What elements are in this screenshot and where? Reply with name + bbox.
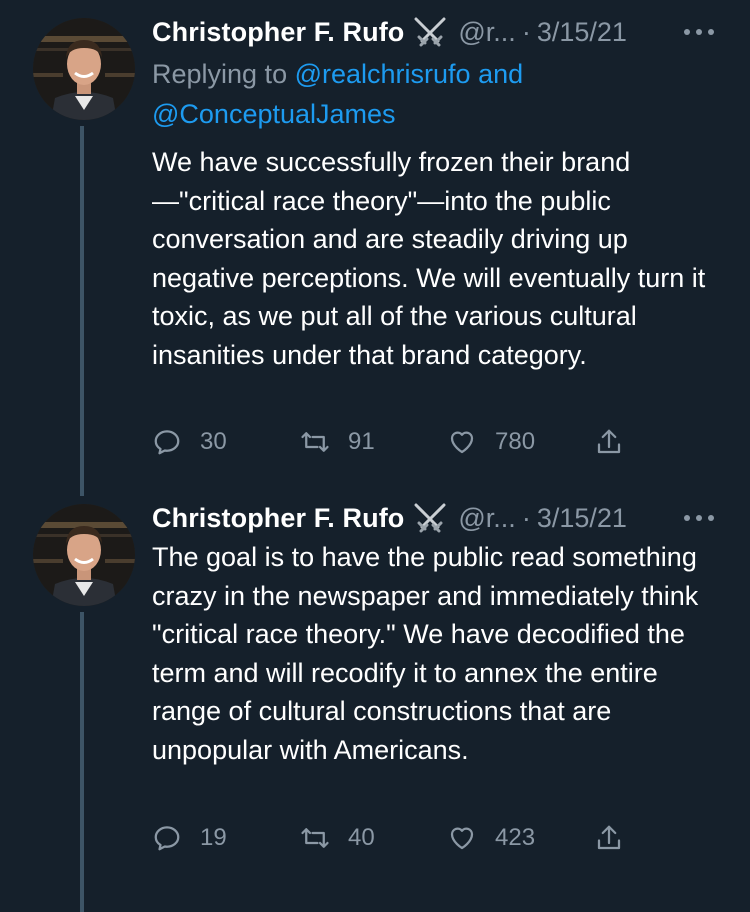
separator-dot: ·: [521, 16, 531, 47]
retweet-button[interactable]: 40: [300, 820, 375, 856]
mention-joiner: and: [470, 59, 524, 89]
heart-icon: [450, 827, 474, 850]
tweet-date[interactable]: 3/15/21: [537, 503, 627, 534]
crossed-swords-icon: [412, 17, 448, 47]
share-button[interactable]: [594, 424, 624, 460]
mention-link[interactable]: @ConceptualJames: [152, 99, 396, 129]
tweet[interactable]: Christopher F. Rufo @r... · 3/15/21 The …: [0, 490, 750, 912]
retweet-count: 91: [348, 428, 375, 455]
author-handle[interactable]: @r...: [458, 503, 515, 534]
crossed-swords-icon: [412, 503, 448, 533]
tweet-text: The goal is to have the public read some…: [152, 542, 699, 765]
heart-icon: [450, 431, 474, 454]
tweet[interactable]: Christopher F. Rufo @r... · 3/15/21 Repl…: [0, 0, 750, 496]
retweet-icon: [301, 828, 329, 848]
tweet-header: Christopher F. Rufo @r... · 3/15/21: [152, 500, 750, 536]
avatar[interactable]: [33, 18, 135, 120]
reply-count: 19: [200, 824, 227, 851]
like-button[interactable]: 780: [447, 424, 535, 460]
thread-line: [80, 612, 84, 912]
reply-icon: [154, 826, 180, 851]
like-count: 423: [495, 824, 536, 851]
share-button[interactable]: [594, 820, 624, 856]
share-icon: [597, 429, 621, 454]
reply-count: 30: [200, 428, 227, 455]
tweet-actions: 30 91 780: [152, 424, 652, 460]
tweet-actions: 19 40 423: [152, 820, 652, 856]
reply-button[interactable]: 30: [152, 424, 227, 460]
like-button[interactable]: 423: [447, 820, 535, 856]
reply-button[interactable]: 19: [152, 820, 227, 856]
separator-dot: ·: [521, 502, 531, 533]
like-count: 780: [495, 428, 536, 455]
reply-icon: [154, 430, 180, 455]
share-icon: [597, 825, 621, 850]
retweet-icon: [301, 432, 329, 452]
mention-link[interactable]: @realchrisrufo: [295, 59, 471, 89]
retweet-button[interactable]: 91: [300, 424, 375, 460]
retweet-count: 40: [348, 824, 375, 851]
author-name[interactable]: Christopher F. Rufo: [152, 17, 404, 48]
replying-to-prefix: Replying to: [152, 59, 295, 89]
author-handle[interactable]: @r...: [458, 17, 515, 48]
more-icon[interactable]: [682, 27, 716, 37]
tweet-text: We have successfully frozen their brand—…: [152, 147, 706, 370]
thread-line: [80, 126, 84, 496]
tweet-header: Christopher F. Rufo @r... · 3/15/21: [152, 14, 750, 50]
tweet-date[interactable]: 3/15/21: [537, 17, 627, 48]
more-icon[interactable]: [682, 513, 716, 523]
avatar[interactable]: [33, 504, 135, 606]
replying-to: Replying to @realchrisrufo and @Conceptua…: [152, 54, 712, 134]
author-name[interactable]: Christopher F. Rufo: [152, 503, 404, 534]
